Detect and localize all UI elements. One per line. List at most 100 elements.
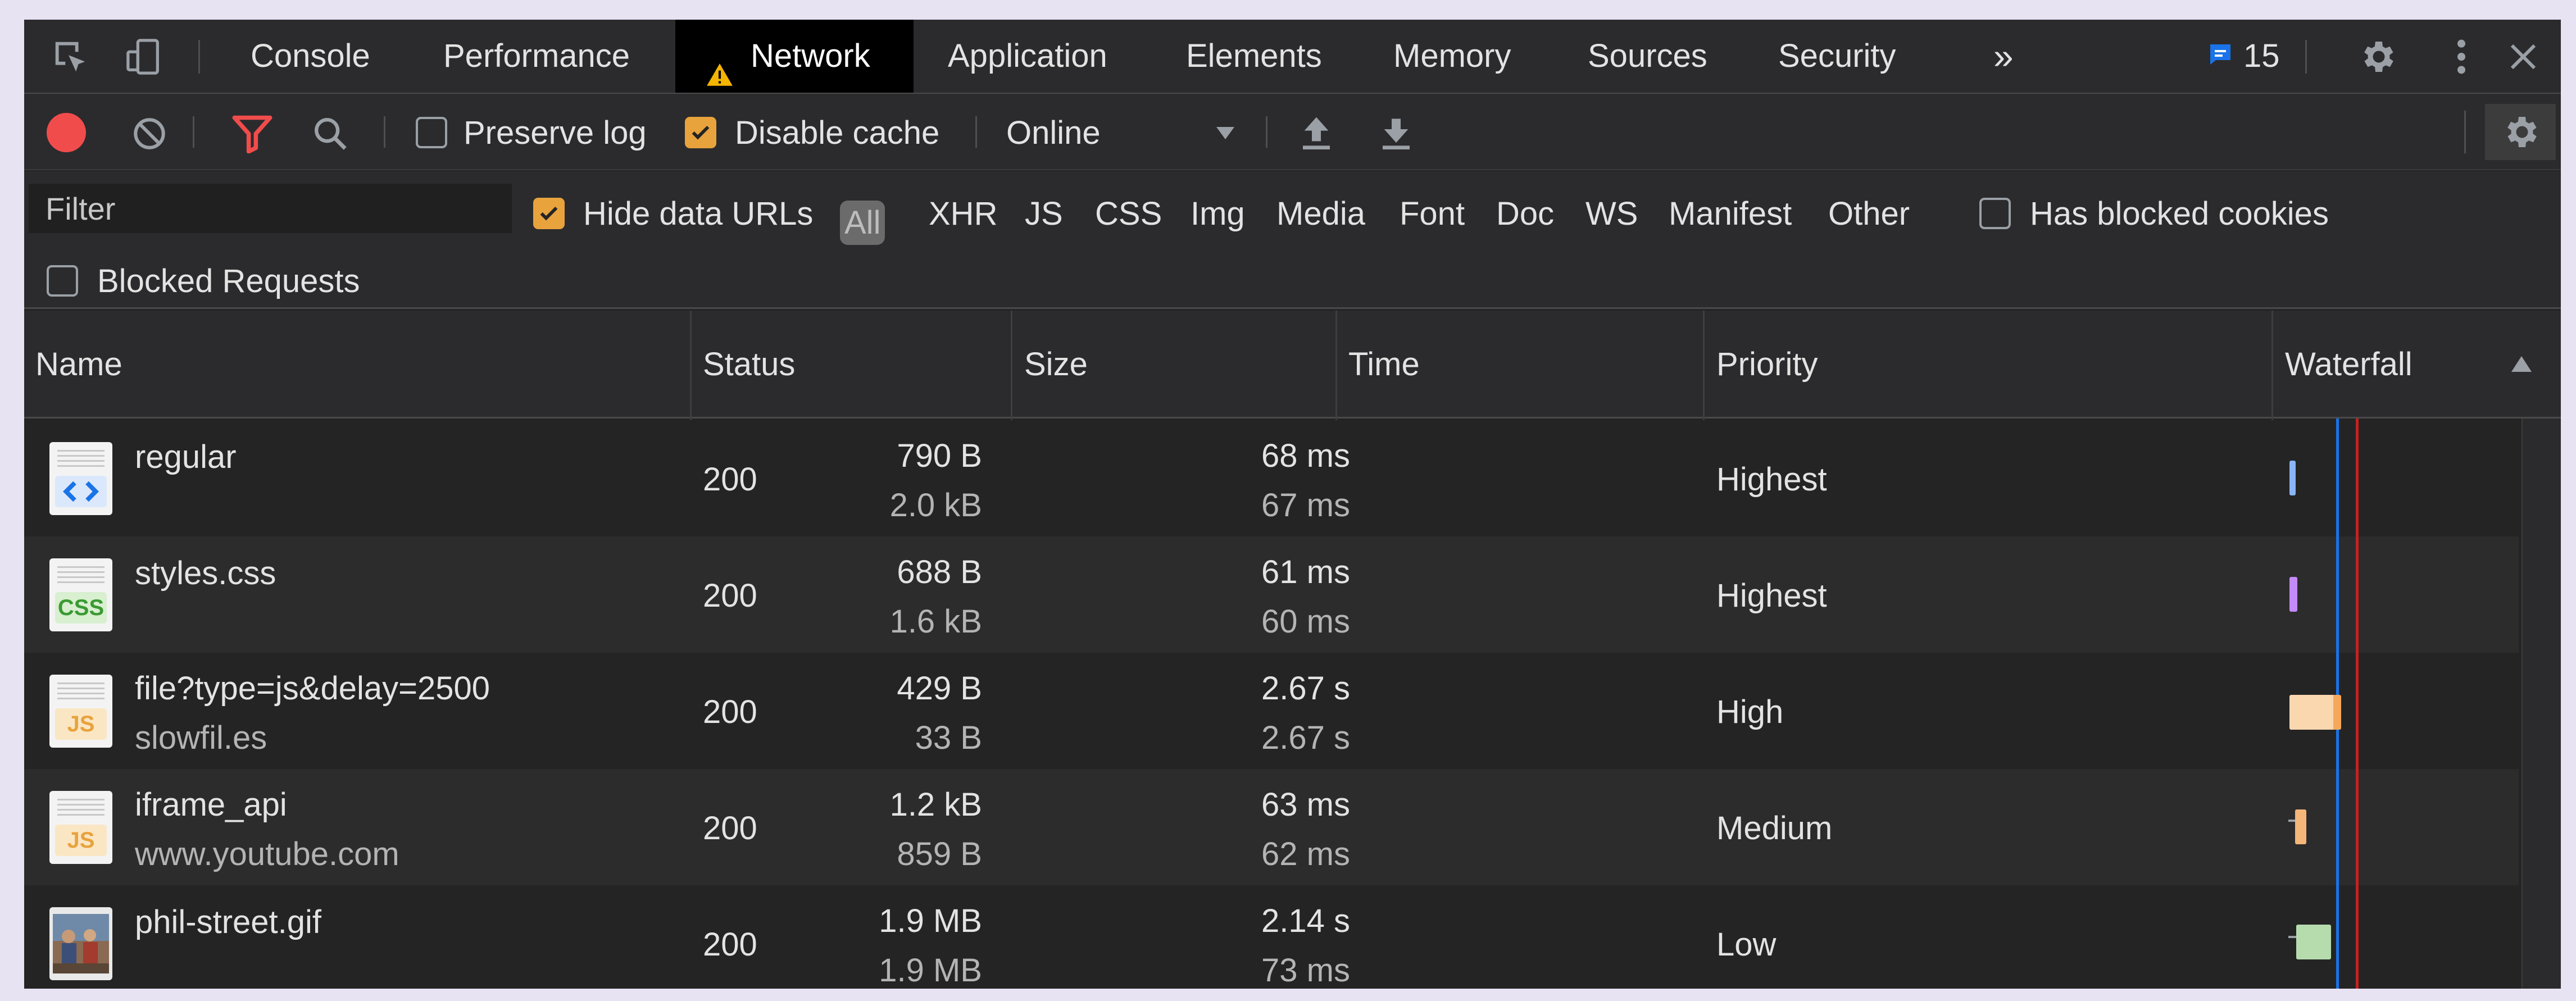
request-resource-size: 33 B: [915, 720, 982, 756]
tab-application[interactable]: Application: [948, 20, 1107, 93]
request-size: 688 B: [897, 554, 982, 590]
request-resource-size: 1.6 kB: [889, 603, 982, 640]
issues-count[interactable]: 15: [2243, 20, 2280, 93]
table-row[interactable]: CSS styles.css 200 688 B 1.6 kB 61 ms 60…: [24, 536, 2519, 653]
request-priority: Highest: [1716, 461, 1827, 498]
request-latency: 67 ms: [1261, 487, 1350, 524]
table-row[interactable]: JS file?type=js&delay=2500 slowfil.es 20…: [24, 653, 2519, 769]
filter-type-other[interactable]: Other: [1828, 195, 1910, 233]
vertical-scrollbar[interactable]: [2522, 418, 2561, 989]
filter-type-font[interactable]: Font: [1400, 195, 1465, 233]
hide-data-urls-label: Hide data URLs: [583, 195, 814, 232]
image-thumbnail-icon: [49, 907, 112, 980]
has-blocked-cookies-checkbox[interactable]: [1979, 198, 2011, 229]
request-resource-size: 2.0 kB: [889, 487, 982, 524]
clear-icon[interactable]: [131, 115, 168, 152]
tab-performance[interactable]: Performance: [443, 20, 630, 93]
tab-elements[interactable]: Elements: [1186, 20, 1322, 93]
export-har-icon[interactable]: [1378, 114, 1414, 153]
column-header-priority[interactable]: Priority: [1705, 311, 1818, 418]
column-header-waterfall[interactable]: Waterfall: [2274, 311, 2413, 418]
tab-console[interactable]: Console: [251, 20, 370, 93]
filter-type-all[interactable]: All: [840, 201, 885, 245]
more-tabs-button[interactable]: »: [1993, 20, 2014, 93]
js-file-icon: JS: [49, 675, 112, 748]
column-header-time[interactable]: Time: [1337, 311, 1420, 418]
request-priority: Highest: [1716, 577, 1827, 614]
tab-network[interactable]: Network: [675, 20, 914, 93]
request-status: 200: [703, 810, 757, 847]
request-domain: slowfil.es: [135, 720, 267, 756]
waterfall-bar[interactable]: [2296, 925, 2331, 959]
request-priority: High: [1716, 694, 1784, 730]
preserve-log-label: Preserve log: [464, 115, 647, 151]
filter-type-img[interactable]: Img: [1191, 195, 1245, 233]
request-time: 61 ms: [1261, 554, 1350, 590]
filter-type-media[interactable]: Media: [1276, 195, 1365, 233]
request-latency: 62 ms: [1261, 836, 1350, 872]
request-status: 200: [703, 577, 757, 614]
request-name: regular: [135, 439, 237, 475]
record-button[interactable]: [47, 113, 86, 152]
blocked-requests-checkbox[interactable]: [47, 265, 78, 297]
table-row[interactable]: JS iframe_api www.youtube.com 200 1.2 kB…: [24, 769, 2519, 885]
divider: [198, 40, 200, 74]
search-icon[interactable]: [311, 114, 350, 153]
divider: [384, 116, 385, 148]
dropdown-arrow-icon: [1214, 124, 1237, 141]
request-size: 429 B: [897, 670, 982, 707]
tab-sources[interactable]: Sources: [1588, 20, 1707, 93]
tab-memory[interactable]: Memory: [1393, 20, 1511, 93]
filter-type-xhr[interactable]: XHR: [929, 195, 997, 233]
request-status: 200: [703, 694, 757, 730]
css-file-icon: CSS: [49, 558, 112, 631]
devtools-panel: Console Performance Network Application …: [24, 20, 2561, 989]
device-toolbar-icon[interactable]: [123, 35, 166, 78]
table-row[interactable]: phil-street.gif 200 1.9 MB 1.9 MB 2.14 s…: [24, 885, 2519, 989]
import-har-icon[interactable]: [1298, 114, 1334, 153]
request-time: 2.14 s: [1261, 903, 1350, 939]
settings-gear-icon[interactable]: [2356, 35, 2398, 78]
waterfall-bar[interactable]: [2289, 695, 2341, 730]
sort-ascending-icon[interactable]: [2510, 354, 2533, 374]
request-latency: 60 ms: [1261, 603, 1350, 640]
filter-type-css[interactable]: CSS: [1095, 195, 1162, 233]
request-status: 200: [703, 461, 757, 498]
divider: [2464, 111, 2466, 153]
request-size: 1.2 kB: [889, 786, 982, 823]
issues-icon[interactable]: [2207, 41, 2234, 68]
filter-type-doc[interactable]: Doc: [1496, 195, 1554, 233]
filter-type-ws[interactable]: WS: [1585, 195, 1638, 233]
filter-icon[interactable]: [231, 114, 274, 154]
request-priority: Low: [1716, 926, 1777, 963]
hide-data-urls-checkbox[interactable]: [533, 198, 565, 229]
html-document-icon: [49, 442, 112, 515]
tab-security[interactable]: Security: [1778, 20, 1896, 93]
filter-input[interactable]: [29, 184, 512, 233]
column-header-size[interactable]: Size: [1013, 311, 1088, 418]
warning-icon: [706, 42, 734, 86]
request-priority: Medium: [1716, 810, 1833, 847]
request-status: 200: [703, 926, 757, 963]
filter-bar: Hide data URLs All XHR JS CSS Img Media …: [24, 171, 2561, 309]
divider: [193, 116, 194, 148]
waterfall-bar[interactable]: [2289, 577, 2297, 612]
request-name: file?type=js&delay=2500: [135, 670, 490, 707]
filter-type-manifest[interactable]: Manifest: [1669, 195, 1792, 233]
network-toolbar: Preserve log Disable cache Online: [24, 94, 2561, 170]
preserve-log-checkbox[interactable]: [416, 117, 447, 148]
throttling-select[interactable]: Online: [1006, 107, 1253, 157]
column-header-name[interactable]: Name: [24, 311, 122, 418]
inspect-element-icon[interactable]: [49, 35, 92, 78]
gear-icon: [2500, 112, 2541, 152]
waterfall-bar[interactable]: [2289, 461, 2296, 495]
more-options-icon[interactable]: [2440, 35, 2483, 78]
waterfall-bar[interactable]: [2295, 809, 2306, 844]
network-settings-button[interactable]: [2485, 104, 2556, 160]
request-resource-size: 1.9 MB: [879, 952, 982, 989]
column-header-status[interactable]: Status: [692, 311, 795, 418]
table-row[interactable]: regular 200 790 B 2.0 kB 68 ms 67 ms Hig…: [24, 420, 2519, 536]
disable-cache-checkbox[interactable]: [685, 117, 716, 148]
filter-type-js[interactable]: JS: [1025, 195, 1063, 233]
close-icon[interactable]: [2502, 35, 2545, 78]
